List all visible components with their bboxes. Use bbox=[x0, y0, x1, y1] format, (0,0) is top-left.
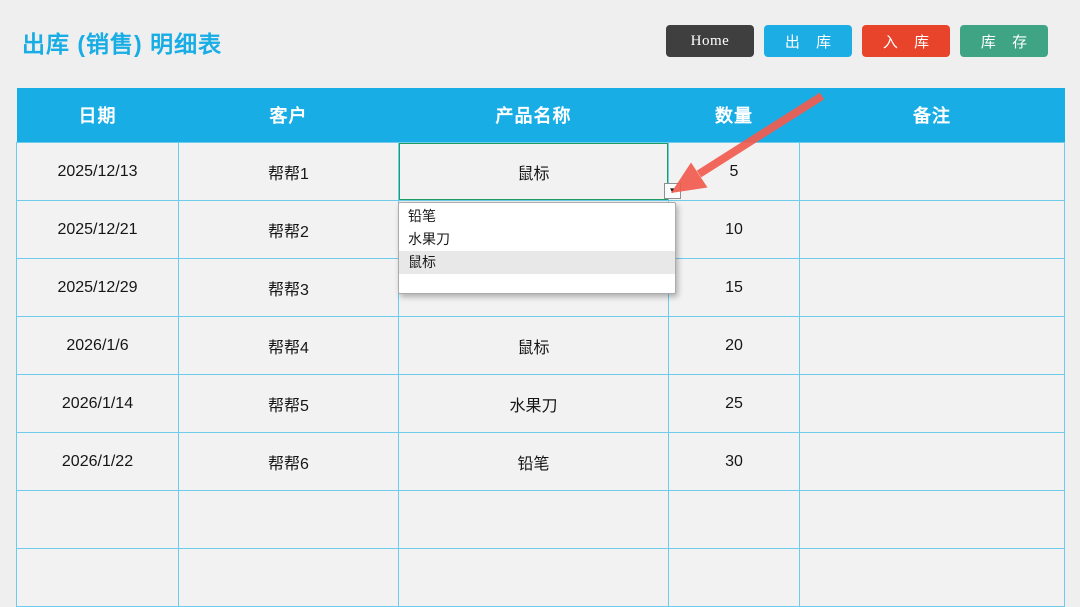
cell-date[interactable]: 2025/12/13 bbox=[16, 142, 179, 201]
stock-button[interactable]: 库 存 bbox=[960, 25, 1048, 57]
table-row: 2026/1/6 帮帮4 鼠标 20 bbox=[16, 316, 1065, 375]
cell-customer[interactable]: 帮帮6 bbox=[178, 432, 399, 491]
page-title: 出库 (销售) 明细表 bbox=[22, 31, 223, 57]
cell-note[interactable] bbox=[799, 374, 1065, 433]
cell-product[interactable] bbox=[398, 548, 669, 607]
cell-note[interactable] bbox=[799, 258, 1065, 317]
table-row bbox=[16, 548, 1065, 607]
table-row: 2026/1/22 帮帮6 铅笔 30 bbox=[16, 432, 1065, 491]
dropdown-option-pencil[interactable]: 铅笔 bbox=[399, 205, 675, 228]
cell-date[interactable]: 2026/1/14 bbox=[16, 374, 179, 433]
cell-quantity[interactable]: 20 bbox=[668, 316, 800, 375]
cell-customer[interactable]: 帮帮1 bbox=[178, 142, 399, 201]
table-row bbox=[16, 490, 1065, 549]
table-row: 2026/1/14 帮帮5 水果刀 25 bbox=[16, 374, 1065, 433]
cell-quantity[interactable] bbox=[668, 548, 800, 607]
cell-note[interactable] bbox=[799, 316, 1065, 375]
dropdown-arrow-button[interactable]: ▼ bbox=[664, 183, 681, 199]
sales-detail-table: 日期 客户 产品名称 数量 备注 2025/12/13 帮帮1 鼠标 5 202… bbox=[16, 88, 1065, 607]
cell-quantity[interactable]: 15 bbox=[668, 258, 800, 317]
cell-date[interactable]: 2025/12/21 bbox=[16, 200, 179, 259]
caret-down-icon: ▼ bbox=[668, 186, 677, 195]
cell-note[interactable] bbox=[799, 548, 1065, 607]
cell-quantity[interactable]: 30 bbox=[668, 432, 800, 491]
home-button[interactable]: Home bbox=[666, 25, 754, 57]
table-row: 2025/12/13 帮帮1 鼠标 5 bbox=[16, 142, 1065, 201]
inbound-button[interactable]: 入 库 bbox=[862, 25, 950, 57]
cell-customer[interactable] bbox=[178, 490, 399, 549]
outbound-button[interactable]: 出 库 bbox=[764, 25, 852, 57]
cell-note[interactable] bbox=[799, 432, 1065, 491]
cell-note[interactable] bbox=[799, 142, 1065, 201]
cell-note[interactable] bbox=[799, 200, 1065, 259]
cell-date[interactable]: 2026/1/6 bbox=[16, 316, 179, 375]
dropdown-option-mouse[interactable]: 鼠标 bbox=[399, 251, 675, 274]
cell-date[interactable]: 2026/1/22 bbox=[16, 432, 179, 491]
toolbar: Home 出 库 入 库 库 存 bbox=[666, 25, 1048, 57]
cell-customer[interactable]: 帮帮2 bbox=[178, 200, 399, 259]
cell-customer[interactable] bbox=[178, 548, 399, 607]
cell-product-selected[interactable]: 鼠标 bbox=[398, 142, 669, 201]
cell-note[interactable] bbox=[799, 490, 1065, 549]
outbound-sales-sheet: 出库 (销售) 明细表 Home 出 库 入 库 库 存 日期 客户 产品名称 … bbox=[0, 0, 1080, 607]
cell-customer[interactable]: 帮帮4 bbox=[178, 316, 399, 375]
dropdown-option-fruitknife[interactable]: 水果刀 bbox=[399, 228, 675, 251]
cell-product[interactable]: 铅笔 bbox=[398, 432, 669, 491]
cell-product[interactable]: 水果刀 bbox=[398, 374, 669, 433]
col-header-customer: 客户 bbox=[178, 88, 399, 143]
col-header-quantity: 数量 bbox=[668, 88, 800, 143]
cell-product[interactable]: 鼠标 bbox=[398, 316, 669, 375]
cell-date[interactable] bbox=[16, 548, 179, 607]
product-dropdown-list: 铅笔 水果刀 鼠标 bbox=[398, 202, 676, 294]
cell-customer[interactable]: 帮帮3 bbox=[178, 258, 399, 317]
col-header-note: 备注 bbox=[799, 88, 1065, 143]
cell-date[interactable]: 2025/12/29 bbox=[16, 258, 179, 317]
cell-quantity[interactable]: 5 bbox=[668, 142, 800, 201]
col-header-date: 日期 bbox=[16, 88, 179, 143]
cell-date[interactable] bbox=[16, 490, 179, 549]
cell-quantity[interactable]: 10 bbox=[668, 200, 800, 259]
cell-quantity[interactable]: 25 bbox=[668, 374, 800, 433]
cell-product[interactable] bbox=[398, 490, 669, 549]
header-row: 日期 客户 产品名称 数量 备注 bbox=[16, 88, 1065, 143]
cell-quantity[interactable] bbox=[668, 490, 800, 549]
col-header-product: 产品名称 bbox=[398, 88, 669, 143]
cell-customer[interactable]: 帮帮5 bbox=[178, 374, 399, 433]
